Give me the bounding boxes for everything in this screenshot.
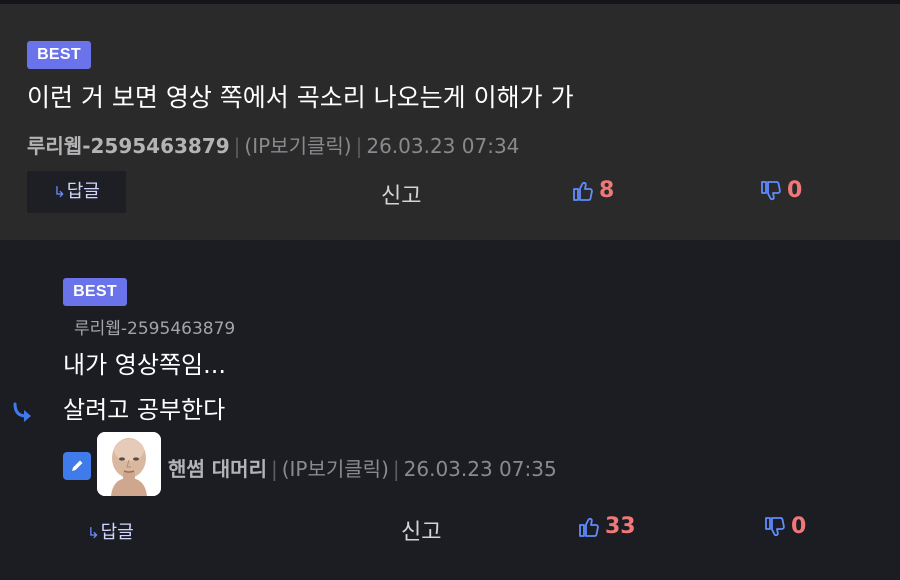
comment-meta: 루리웹-2595463879 | (IP보기클릭) | 26.03.23 07:34 bbox=[27, 130, 519, 159]
report-button[interactable]: 신고 bbox=[381, 178, 421, 210]
meta-separator: | bbox=[270, 457, 278, 481]
thumbs-up-icon bbox=[573, 181, 593, 201]
comment-text-line: 내가 영상쪽임... bbox=[63, 351, 226, 379]
best-badge: BEST bbox=[63, 278, 127, 306]
upvote-count: 33 bbox=[605, 514, 636, 539]
reply-button[interactable]: ↳답글 bbox=[87, 518, 134, 544]
bald-man-avatar-image bbox=[97, 432, 161, 496]
ip-link[interactable]: (IP보기클릭) bbox=[244, 134, 351, 158]
reply-label: 답글 bbox=[100, 522, 134, 543]
comment-author[interactable]: 핸썸 대머리 bbox=[168, 457, 267, 481]
best-comment-1: BEST 이런 거 보면 영상 쪽에서 곡소리 나오는게 이해가 가 루리웹-2… bbox=[0, 4, 900, 240]
avatar[interactable] bbox=[97, 432, 161, 496]
best-badge: BEST bbox=[27, 41, 91, 69]
upvote-button[interactable]: 8 bbox=[571, 178, 614, 203]
thumbs-down-icon bbox=[765, 516, 785, 536]
report-button[interactable]: 신고 bbox=[401, 514, 441, 546]
downvote-button[interactable]: 0 bbox=[759, 178, 802, 203]
comment-meta: 핸썸 대머리 | (IP보기클릭) | 26.03.23 07:35 bbox=[168, 453, 557, 482]
comment-timestamp: 26.03.23 07:34 bbox=[366, 134, 520, 158]
upvote-count: 8 bbox=[599, 178, 615, 203]
downvote-count: 0 bbox=[791, 514, 807, 539]
reply-target-author: 루리웹-2595463879 bbox=[74, 319, 236, 339]
reply-button[interactable]: ↳답글 bbox=[27, 171, 126, 213]
reply-arrow-icon: ↳ bbox=[53, 183, 66, 201]
upvote-button[interactable]: 33 bbox=[577, 514, 636, 539]
reply-arrow-icon: ↳ bbox=[87, 524, 100, 542]
downvote-count: 0 bbox=[787, 178, 803, 203]
ip-link[interactable]: (IP보기클릭) bbox=[282, 457, 389, 481]
comment-author[interactable]: 루리웹-2595463879 bbox=[27, 134, 230, 158]
thumbs-down-icon bbox=[761, 180, 781, 200]
comment-text: 이런 거 보면 영상 쪽에서 곡소리 나오는게 이해가 가 bbox=[27, 83, 574, 112]
reply-label: 답글 bbox=[66, 181, 100, 202]
pencil-icon bbox=[63, 452, 91, 480]
downvote-button[interactable]: 0 bbox=[763, 514, 806, 539]
meta-separator: | bbox=[233, 134, 241, 158]
comment-text-line: 살려고 공부한다 bbox=[63, 396, 226, 424]
thumbs-up-icon bbox=[579, 517, 599, 537]
meta-separator: | bbox=[392, 457, 400, 481]
reply-arrow-icon bbox=[13, 402, 31, 422]
comment-timestamp: 26.03.23 07:35 bbox=[403, 457, 557, 481]
meta-separator: | bbox=[355, 134, 363, 158]
